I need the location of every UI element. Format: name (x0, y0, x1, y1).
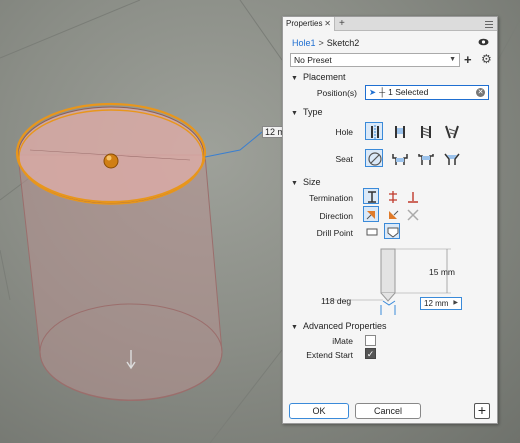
spotface-icon[interactable] (416, 149, 434, 167)
clearance-hole-icon[interactable] (390, 122, 408, 140)
apply-plus-button[interactable]: + (474, 403, 490, 419)
depth-dimension[interactable]: 15 mm (429, 267, 455, 277)
position-selector[interactable]: ➤ ┼ 1 Selected ✕ (365, 85, 489, 100)
direction-label: Direction (319, 211, 353, 221)
symmetric-direction-icon[interactable] (404, 206, 420, 222)
hole-center-point (103, 153, 119, 169)
simple-hole-icon[interactable] (365, 122, 383, 140)
to-icon[interactable] (404, 188, 420, 204)
panel-tabbar: Properties ✕ + (283, 17, 497, 31)
imate-label: iMate (332, 336, 353, 346)
angle-dimension[interactable]: 118 deg (321, 296, 351, 306)
extend-start-label: Extend Start (306, 350, 353, 360)
hole-preview-diagram (323, 248, 451, 315)
gear-icon[interactable]: ⚙ (481, 53, 492, 66)
counterbore-icon[interactable] (390, 149, 408, 167)
add-preset-icon[interactable]: + (464, 53, 472, 66)
visibility-eye-icon[interactable] (478, 38, 489, 46)
section-placement-label: Placement (302, 72, 346, 82)
tab-properties[interactable]: Properties ✕ (283, 17, 335, 31)
ok-button[interactable]: OK (289, 403, 349, 419)
breadcrumb-hole1[interactable]: Hole1 (292, 38, 316, 48)
flipped-direction-icon[interactable] (384, 206, 400, 222)
drill-point-label: Drill Point (316, 228, 353, 238)
tapped-hole-icon[interactable] (416, 122, 434, 140)
chevron-down-icon: ▼ (449, 56, 456, 63)
clear-selection-icon[interactable]: ✕ (476, 88, 485, 97)
collapse-triangle-icon: ▼ (291, 324, 298, 331)
panel-menu-icon[interactable] (485, 21, 493, 30)
diameter-value: 12 mm (424, 299, 449, 308)
section-placement[interactable]: ▼ Placement (291, 72, 345, 82)
crosshair-icon: ┼ (379, 87, 386, 97)
section-size-label: Size (302, 177, 321, 187)
preset-select[interactable]: No Preset ▼ (290, 53, 460, 67)
hole-label: Hole (335, 127, 353, 137)
angle-drill-point-icon[interactable] (384, 223, 400, 239)
distance-icon[interactable] (363, 188, 379, 204)
through-all-icon[interactable] (384, 188, 400, 204)
select-arrow-icon: ➤ (369, 87, 377, 97)
flat-drill-point-icon[interactable] (363, 223, 379, 239)
imate-checkbox[interactable] (365, 335, 376, 346)
position-value: 1 Selected (388, 87, 429, 97)
section-type[interactable]: ▼ Type (291, 107, 322, 117)
properties-panel: Properties ✕ + Hole1 > Sketch2 No Preset ▼… (282, 16, 498, 424)
cancel-button[interactable]: Cancel (355, 403, 421, 419)
seat-label: Seat (335, 154, 354, 164)
countersink-icon[interactable] (442, 149, 460, 167)
position-label: Position(s) (316, 88, 357, 98)
chevron-right-icon: ▶ (453, 300, 458, 306)
section-advanced-label: Advanced Properties (302, 321, 387, 331)
section-type-label: Type (302, 107, 323, 117)
diameter-input[interactable]: 12 mm ▶ (420, 297, 462, 310)
tab-properties-label: Properties (286, 19, 323, 28)
section-size[interactable]: ▼ Size (291, 177, 320, 187)
breadcrumb-separator: > (318, 38, 324, 48)
default-direction-icon[interactable] (363, 206, 379, 222)
add-tab-icon[interactable]: + (339, 17, 345, 30)
close-icon[interactable]: ✕ (324, 17, 331, 31)
check-icon: ✓ (366, 349, 375, 359)
no-seat-icon[interactable] (365, 149, 383, 167)
extend-start-checkbox[interactable]: ✓ (365, 348, 376, 359)
taper-tapped-hole-icon[interactable] (442, 122, 460, 140)
collapse-triangle-icon: ▼ (291, 75, 298, 82)
preset-value: No Preset (294, 55, 332, 65)
collapse-triangle-icon: ▼ (291, 180, 298, 187)
breadcrumb-sketch2: Sketch2 (326, 38, 360, 48)
termination-label: Termination (309, 193, 353, 203)
section-advanced[interactable]: ▼ Advanced Properties (291, 321, 387, 331)
viewport-dimension-label[interactable]: 12 m (262, 126, 284, 138)
collapse-triangle-icon: ▼ (291, 110, 298, 117)
breadcrumb: Hole1 > Sketch2 (292, 38, 359, 48)
